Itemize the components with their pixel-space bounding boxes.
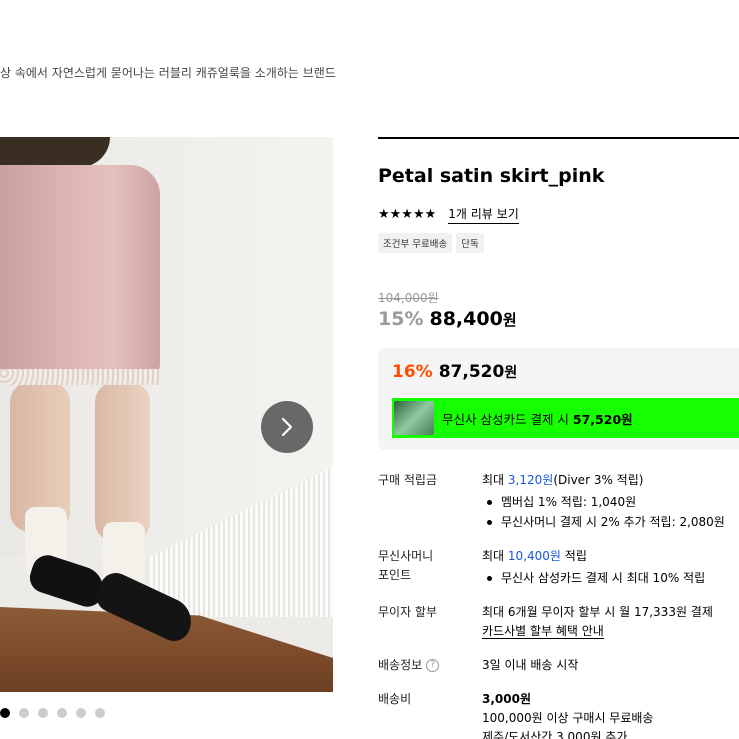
money-points-amount: 10,400원 [507, 549, 561, 563]
exclusive-badge: 단독 [456, 233, 484, 253]
star-rating-icon: ★★★★★ [378, 207, 437, 222]
brand-tagline: 상 속에서 자연스럽게 묻어나는 러블리 캐쥬얼룩을 소개하는 브랜드 [0, 66, 336, 80]
money-points-suffix: 적립 [564, 549, 587, 563]
list-item: 무신사머니 결제 시 2% 추가 적립: 2,080원 [482, 512, 739, 532]
installment-label: 무이자 할부 [378, 605, 438, 619]
chevron-right-icon [281, 417, 293, 437]
points-suffix: (Diver 3% 적립) [553, 473, 644, 487]
money-points-prefix: 최대 [482, 549, 505, 563]
list-item: 무신사 삼성카드 결제 시 최대 10% 적립 [482, 568, 739, 588]
sale-price: 88,400 [429, 308, 503, 330]
gallery-dot[interactable] [19, 708, 29, 718]
currency-label: 원 [502, 311, 517, 329]
shipping-info-label-text: 배송정보 [378, 658, 423, 672]
shipping-info-label: 배송정보? [378, 656, 468, 675]
gallery-dot[interactable] [38, 708, 48, 718]
points-label: 구매 적립금 [378, 473, 438, 487]
member-price: 87,520 [438, 362, 505, 382]
card-promo-text: 무신사 삼성카드 결제 시 57,520원 [442, 409, 633, 428]
installment-benefit-link[interactable]: 카드사별 할부 혜택 안내 [482, 624, 604, 639]
price-row: 15% 88,400 원 [378, 308, 517, 330]
card-promo-price: 57,520원 [572, 411, 633, 427]
review-link[interactable]: 1개 리뷰 보기 [448, 205, 519, 224]
gallery-dot[interactable] [76, 708, 86, 718]
product-title: Petal satin skirt_pink [378, 165, 605, 187]
original-price: 104,000원 [378, 291, 439, 305]
discount-rate: 15% [378, 308, 424, 330]
question-circle-icon[interactable]: ? [426, 659, 440, 672]
installment-text: 최대 6개월 무이자 할부 시 월 17,333원 결제 [482, 605, 713, 619]
member-discount-rate: 16% [392, 362, 433, 382]
card-promo-prefix: 무신사 삼성카드 결제 시 [442, 411, 569, 427]
gallery-dot[interactable] [57, 708, 67, 718]
gallery-dot[interactable] [0, 708, 10, 718]
gallery-dot[interactable] [95, 708, 105, 718]
money-points-label-line2: 포인트 [378, 568, 412, 582]
list-item: 멤버십 1% 적립: 1,040원 [482, 492, 739, 512]
shipping-info-text: 3일 이내 배송 시작 [482, 658, 579, 672]
rating-row: ★★★★★ 1개 리뷰 보기 [378, 205, 519, 224]
card-image-icon [394, 401, 434, 435]
card-promo-banner[interactable]: 무신사 삼성카드 결제 시 57,520원 [392, 398, 739, 438]
points-bullet-list: 멤버십 1% 적립: 1,040원 무신사머니 결제 시 2% 추가 적립: 2… [482, 492, 739, 532]
remote-area-fee: 제주/도서산간 3,000원 추가 [482, 730, 628, 739]
member-price-row: 16% 87,520 원 [392, 362, 517, 382]
points-prefix: 최대 [482, 473, 505, 487]
gallery-pagination [0, 708, 105, 718]
shipping-fee-amount: 3,000원 [482, 692, 531, 706]
points-amount: 3,120원 [507, 473, 554, 487]
shipping-fee-label: 배송비 [378, 692, 412, 706]
free-shipping-condition: 100,000원 이상 구매시 무료배송 [482, 711, 654, 725]
money-points-label: 무신사머니 포인트 [378, 547, 468, 585]
badge-list: 조건부 무료배송 단독 [378, 233, 484, 253]
member-price-box: 16% 87,520 원 무신사 삼성카드 결제 시 57,520원 [378, 348, 739, 450]
money-points-bullet-list: 무신사 삼성카드 결제 시 최대 10% 적립 [482, 568, 739, 588]
money-points-label-line1: 무신사머니 [378, 549, 434, 563]
free-shipping-badge: 조건부 무료배송 [378, 233, 453, 253]
member-currency-label: 원 [504, 365, 518, 381]
info-divider [378, 137, 739, 139]
gallery-next-button[interactable] [261, 401, 313, 453]
